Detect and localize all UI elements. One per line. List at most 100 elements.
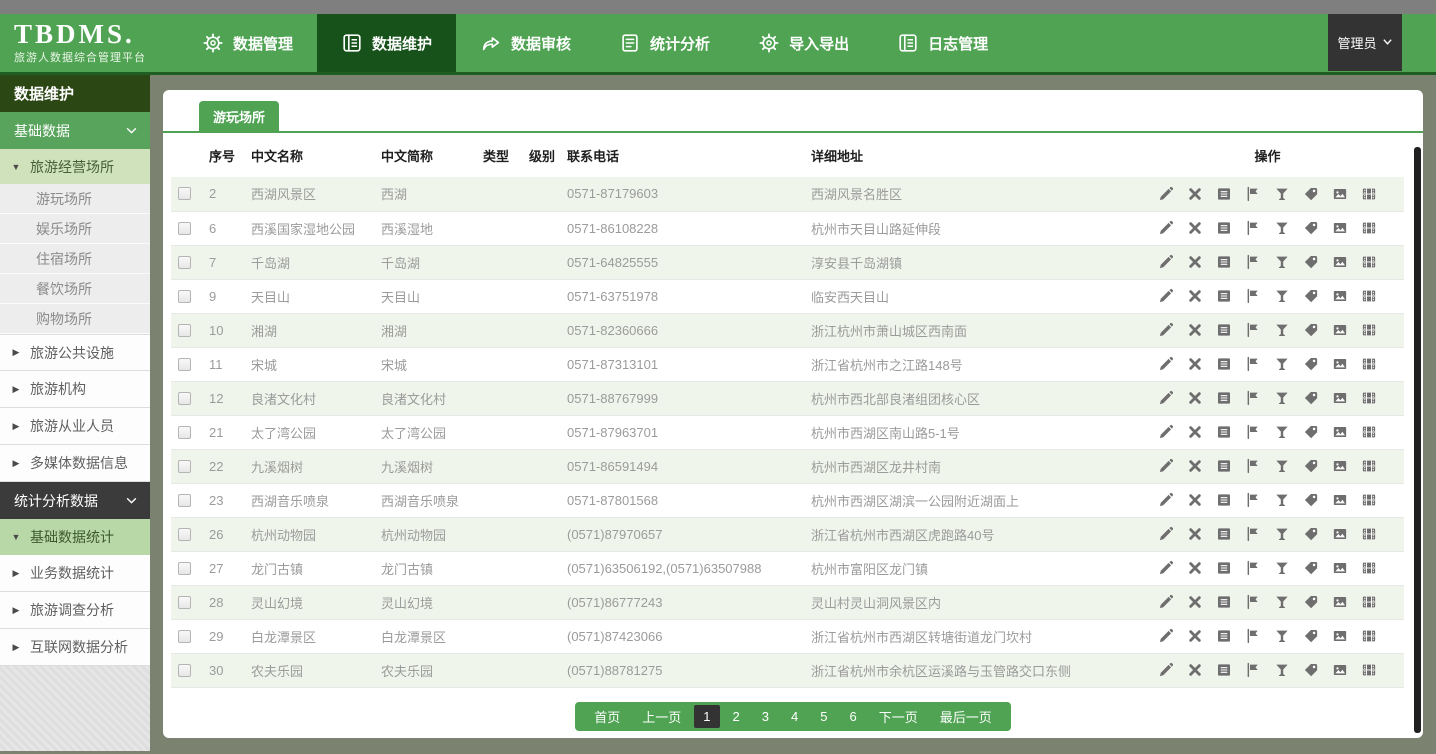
row-checkbox[interactable] [178,222,191,235]
filter-icon[interactable] [1274,254,1290,270]
detail-icon[interactable] [1216,322,1232,338]
detail-icon[interactable] [1216,560,1232,576]
filter-icon[interactable] [1274,628,1290,644]
detail-icon[interactable] [1216,492,1232,508]
flag-icon[interactable] [1245,186,1261,202]
film-icon[interactable] [1361,254,1377,270]
delete-icon[interactable] [1187,560,1203,576]
filter-icon[interactable] [1274,220,1290,236]
film-icon[interactable] [1361,390,1377,406]
film-icon[interactable] [1361,356,1377,372]
filter-icon[interactable] [1274,186,1290,202]
image-icon[interactable] [1332,288,1348,304]
page-button-5[interactable]: 5 [811,705,836,728]
sidebar-item-旅游机构[interactable]: ▶旅游机构 [0,371,150,408]
nav-item-数据审核[interactable]: 数据审核 [456,14,595,72]
sidebar-item-旅游调查分析[interactable]: ▶旅游调查分析 [0,592,150,629]
detail-icon[interactable] [1216,220,1232,236]
nav-item-数据管理[interactable]: 数据管理 [178,14,317,72]
row-checkbox[interactable] [178,494,191,507]
detail-icon[interactable] [1216,458,1232,474]
tag-icon[interactable] [1303,288,1319,304]
film-icon[interactable] [1361,492,1377,508]
image-icon[interactable] [1332,322,1348,338]
edit-icon[interactable] [1158,594,1174,610]
image-icon[interactable] [1332,492,1348,508]
film-icon[interactable] [1361,458,1377,474]
edit-icon[interactable] [1158,628,1174,644]
sidebar-item-基础数据[interactable]: 基础数据 [0,112,150,149]
detail-icon[interactable] [1216,288,1232,304]
tab-play-places[interactable]: 游玩场所 [199,101,279,131]
sidebar-item-旅游从业人员[interactable]: ▶旅游从业人员 [0,408,150,445]
tag-icon[interactable] [1303,662,1319,678]
detail-icon[interactable] [1216,594,1232,610]
vertical-scrollbar[interactable] [1414,147,1421,733]
page-button-下一页[interactable]: 下一页 [870,703,927,730]
image-icon[interactable] [1332,662,1348,678]
row-checkbox[interactable] [178,256,191,269]
edit-icon[interactable] [1158,560,1174,576]
flag-icon[interactable] [1245,424,1261,440]
film-icon[interactable] [1361,424,1377,440]
delete-icon[interactable] [1187,288,1203,304]
nav-item-导入导出[interactable]: 导入导出 [734,14,873,72]
delete-icon[interactable] [1187,254,1203,270]
edit-icon[interactable] [1158,662,1174,678]
image-icon[interactable] [1332,594,1348,610]
sidebar-item-游玩场所[interactable]: 游玩场所 [0,184,150,214]
detail-icon[interactable] [1216,390,1232,406]
detail-icon[interactable] [1216,186,1232,202]
detail-icon[interactable] [1216,662,1232,678]
image-icon[interactable] [1332,254,1348,270]
row-checkbox[interactable] [178,358,191,371]
delete-icon[interactable] [1187,628,1203,644]
flag-icon[interactable] [1245,594,1261,610]
filter-icon[interactable] [1274,288,1290,304]
page-button-上一页[interactable]: 上一页 [633,703,690,730]
edit-icon[interactable] [1158,458,1174,474]
sidebar-item-多媒体数据信息[interactable]: ▶多媒体数据信息 [0,445,150,482]
edit-icon[interactable] [1158,322,1174,338]
admin-menu[interactable]: 管理员 [1328,14,1402,71]
sidebar-item-基础数据统计[interactable]: ▼基础数据统计 [0,519,150,555]
delete-icon[interactable] [1187,662,1203,678]
filter-icon[interactable] [1274,322,1290,338]
delete-icon[interactable] [1187,492,1203,508]
film-icon[interactable] [1361,322,1377,338]
filter-icon[interactable] [1274,526,1290,542]
filter-icon[interactable] [1274,594,1290,610]
tag-icon[interactable] [1303,594,1319,610]
filter-icon[interactable] [1274,560,1290,576]
filter-icon[interactable] [1274,424,1290,440]
filter-icon[interactable] [1274,390,1290,406]
delete-icon[interactable] [1187,594,1203,610]
flag-icon[interactable] [1245,288,1261,304]
image-icon[interactable] [1332,424,1348,440]
delete-icon[interactable] [1187,424,1203,440]
flag-icon[interactable] [1245,628,1261,644]
page-button-最后一页[interactable]: 最后一页 [931,703,1001,730]
flag-icon[interactable] [1245,322,1261,338]
tag-icon[interactable] [1303,492,1319,508]
delete-icon[interactable] [1187,526,1203,542]
sidebar-item-业务数据统计[interactable]: ▶业务数据统计 [0,555,150,592]
edit-icon[interactable] [1158,424,1174,440]
sidebar-item-旅游经营场所[interactable]: ▼旅游经营场所 [0,149,150,184]
tag-icon[interactable] [1303,526,1319,542]
page-button-2[interactable]: 2 [724,705,749,728]
flag-icon[interactable] [1245,526,1261,542]
nav-item-统计分析[interactable]: 统计分析 [595,14,734,72]
tag-icon[interactable] [1303,628,1319,644]
page-button-3[interactable]: 3 [753,705,778,728]
image-icon[interactable] [1332,356,1348,372]
sidebar-item-统计分析数据[interactable]: 统计分析数据 [0,482,150,519]
flag-icon[interactable] [1245,458,1261,474]
flag-icon[interactable] [1245,492,1261,508]
film-icon[interactable] [1361,526,1377,542]
page-button-6[interactable]: 6 [840,705,865,728]
edit-icon[interactable] [1158,186,1174,202]
row-checkbox[interactable] [178,426,191,439]
row-checkbox[interactable] [178,630,191,643]
detail-icon[interactable] [1216,356,1232,372]
